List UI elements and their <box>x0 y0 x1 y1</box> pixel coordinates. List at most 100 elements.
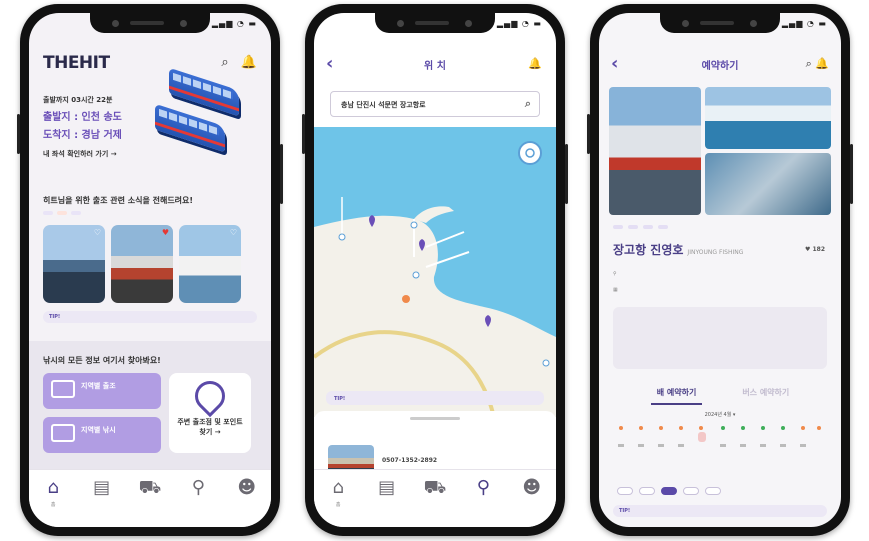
tab-shop[interactable]: ⛟ <box>415 478 455 527</box>
time-option[interactable] <box>617 487 633 495</box>
pin-icon: ⚲ <box>476 477 490 498</box>
bell-icon[interactable]: 🔔 <box>241 55 257 70</box>
pin-icon: ⚲ <box>191 477 205 498</box>
tab-location[interactable]: ⚲ <box>463 478 503 527</box>
nearby-label: 주변 출조점 및 포인트 찾기 → <box>177 418 243 436</box>
region-boat-label: 지역별 낚시 <box>81 426 116 434</box>
bottom-tab-bar: ⌂ 홈 ▤ ⛟ ⚲ ☻ <box>29 469 271 527</box>
calendar: 2024년 4월 ▾ <box>613 411 827 467</box>
locate-me-icon[interactable] <box>518 141 542 165</box>
gallery-photo[interactable] <box>705 153 831 215</box>
news-card[interactable]: ♡ <box>43 225 105 303</box>
tip-banner: TIP! <box>43 311 257 323</box>
ship-name: 장고항 진영호 JINYOUNG FISHING <box>613 241 743 258</box>
heart-icon[interactable]: ♡ <box>94 228 101 237</box>
heart-icon: ♥ <box>804 246 811 253</box>
header-icons: ⌕ 🔔 <box>806 57 829 71</box>
news-title: 히트님을 위한 출조 관련 소식을 전해드려요! <box>43 196 194 205</box>
ship-name-en: JINYOUNG FISHING <box>687 249 744 256</box>
time-option[interactable] <box>705 487 721 495</box>
tip-label: TIP! <box>334 396 346 402</box>
nearby-points-button[interactable]: 주변 출조점 및 포인트 찾기 → <box>169 373 251 453</box>
time-option[interactable] <box>683 487 699 495</box>
tab-my[interactable]: ☻ <box>512 478 552 527</box>
bell-icon[interactable]: 🔔 <box>528 57 542 70</box>
heart-icon[interactable]: ♡ <box>230 228 237 237</box>
tab-boat-reservation[interactable]: 배 예약하기 <box>650 387 703 405</box>
chip[interactable] <box>71 211 81 215</box>
tag <box>613 225 623 229</box>
notch <box>90 13 210 33</box>
region-boat-button[interactable]: 지역별 낚시 <box>43 417 161 453</box>
status-bar: ▂▄▆ ◔ ▬ <box>496 19 542 28</box>
time-options <box>617 487 721 495</box>
tip-label: TIP! <box>619 508 631 514</box>
like-count[interactable]: ♥ 182 <box>805 246 825 253</box>
search-input[interactable]: 충남 단진시 석문면 장고항로 ⌕ <box>330 91 540 117</box>
reservation-tabs: 배 예약하기 버스 예약하기 <box>599 387 841 405</box>
departure-text: 출발지 : 인천 송도 <box>43 112 122 123</box>
header-icons: ⌕ 🔔 <box>213 55 257 70</box>
home-screen: ▂▄▆ ◔ ▬ THEHIT ⌕ 🔔 출발까지 03시간 22분 출발지 : 인… <box>29 13 271 527</box>
calendar-grid[interactable] <box>613 422 827 466</box>
app-logo: THEHIT <box>43 53 110 73</box>
pin-icon: ⚲ <box>613 271 617 277</box>
countdown-text: 출발까지 03시간 22분 <box>43 96 113 104</box>
tab-shop[interactable]: ⛟ <box>130 478 170 527</box>
gallery-photo[interactable] <box>705 87 831 149</box>
search-value: 충남 단진시 석문면 장고항로 <box>341 101 426 109</box>
search-icon[interactable]: ⌕ <box>221 55 228 70</box>
tab-community[interactable]: ▤ <box>367 478 407 527</box>
search-icon[interactable]: ⌕ <box>806 57 812 70</box>
notch <box>375 13 495 33</box>
tab-community[interactable]: ▤ <box>82 478 122 527</box>
arrival-text: 도착지 : 경남 거제 <box>43 130 122 141</box>
tip-banner: TIP! <box>613 505 827 517</box>
hours-row: ▦ <box>613 287 618 293</box>
phone-reservation: ▂▄▆ ◔ ▬ ‹ 예약하기 ⌕ 🔔 장고항 진영호 JINYOUNG FISHI… <box>587 4 853 536</box>
reservation-screen: ▂▄▆ ◔ ▬ ‹ 예약하기 ⌕ 🔔 장고항 진영호 JINYOUNG FISHI… <box>599 13 841 527</box>
tab-bus-reservation[interactable]: 버스 예약하기 <box>742 387 789 405</box>
chip[interactable] <box>43 211 53 215</box>
tab-home[interactable]: ⌂ 홈 <box>33 478 73 527</box>
gallery-photo[interactable] <box>609 87 701 215</box>
ship-name-ko: 장고항 진영호 <box>613 243 684 257</box>
news-chips <box>43 211 81 215</box>
tag <box>643 225 653 229</box>
calendar-icon: ▦ <box>613 287 618 293</box>
tip-banner: TIP! <box>328 393 542 405</box>
region-bus-label: 지역별 출조 <box>81 382 116 390</box>
check-seat-link[interactable]: 내 좌석 확인하러 가기 → <box>43 149 173 159</box>
bus-info-panel: 출발까지 03시간 22분 출발지 : 인천 송도 도착지 : 경남 거제 내 … <box>43 91 173 159</box>
search-icon[interactable]: ⌕ <box>525 97 531 111</box>
location-pin-icon <box>188 374 232 418</box>
bell-icon[interactable]: 🔔 <box>815 57 829 70</box>
page-title: 위 치 <box>424 61 446 72</box>
home-icon: ⌂ <box>332 477 344 498</box>
tab-location[interactable]: ⚲ <box>178 478 218 527</box>
news-cards: ♡ ♥ ♡ <box>43 225 241 303</box>
tip-label: TIP! <box>49 314 61 320</box>
person-icon: ☻ <box>522 477 542 498</box>
photo-gallery[interactable] <box>609 87 831 217</box>
chip[interactable] <box>57 211 67 215</box>
boat-icon <box>51 424 75 442</box>
tab-my[interactable]: ☻ <box>227 478 267 527</box>
home-icon: ⌂ <box>47 477 59 498</box>
heart-icon[interactable]: ♥ <box>162 228 169 237</box>
map-view[interactable] <box>314 127 556 417</box>
time-option-selected[interactable] <box>661 487 677 495</box>
cart-icon: ⛟ <box>423 477 447 498</box>
result-phone[interactable]: 0507-1352-2892 <box>382 457 437 464</box>
calendar-month[interactable]: 2024년 4월 ▾ <box>613 411 827 418</box>
region-bus-button[interactable]: 지역별 출조 <box>43 373 161 409</box>
time-option[interactable] <box>639 487 655 495</box>
tab-home[interactable]: ⌂ 홈 <box>318 478 358 527</box>
chat-icon: ▤ <box>378 477 396 498</box>
status-bar: ▂▄▆ ◔ ▬ <box>781 19 827 28</box>
sheet-handle[interactable] <box>410 417 460 420</box>
news-card[interactable]: ♥ <box>111 225 173 303</box>
news-card[interactable]: ♡ <box>179 225 241 303</box>
likes-value: 182 <box>812 246 825 253</box>
bottom-tab-bar: ⌂ 홈 ▤ ⛟ ⚲ ☻ <box>314 469 556 527</box>
